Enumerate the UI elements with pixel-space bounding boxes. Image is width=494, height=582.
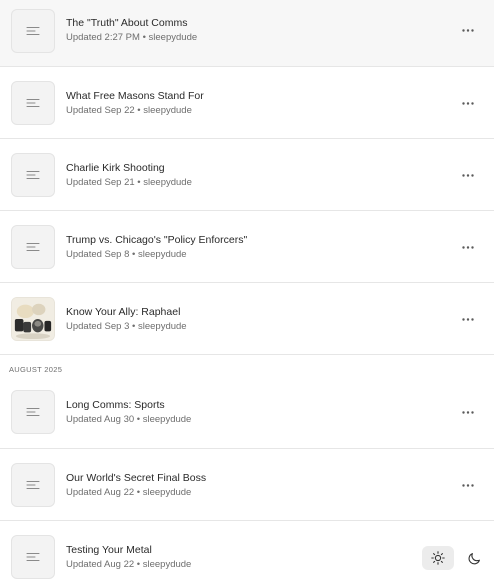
- post-title[interactable]: Long Comms: Sports: [66, 399, 165, 411]
- document-icon: [11, 9, 55, 53]
- post-meta: Updated Aug 22 • sleepydude: [66, 487, 192, 498]
- dark-mode-button[interactable]: [458, 546, 490, 570]
- post-row[interactable]: Long Comms: Sports Updated Aug 30 • slee…: [0, 384, 494, 449]
- post-meta: Updated Sep 8 • sleepydude: [66, 249, 187, 260]
- moon-icon: [468, 552, 480, 564]
- light-mode-button[interactable]: [422, 546, 454, 570]
- theme-toggle: [422, 546, 490, 570]
- post-row[interactable]: Testing Your Metal Updated Aug 22 • slee…: [0, 521, 494, 582]
- document-icon: [11, 390, 55, 434]
- post-title[interactable]: Our World's Secret Final Boss: [66, 472, 206, 484]
- post-thumbnail-image: [11, 297, 55, 341]
- post-title[interactable]: Testing Your Metal: [66, 544, 152, 556]
- post-title[interactable]: The "Truth" About Comms: [66, 17, 187, 29]
- more-horizontal-icon[interactable]: [460, 406, 476, 418]
- post-title[interactable]: Trump vs. Chicago's "Policy Enforcers": [66, 234, 247, 246]
- post-row[interactable]: Know Your Ally: Raphael Updated Sep 3 • …: [0, 283, 494, 355]
- post-title[interactable]: Know Your Ally: Raphael: [66, 306, 180, 318]
- post-meta: Updated Sep 21 • sleepydude: [66, 177, 192, 188]
- post-title[interactable]: What Free Masons Stand For: [66, 90, 204, 102]
- post-meta: Updated Sep 3 • sleepydude: [66, 321, 187, 332]
- post-row[interactable]: The "Truth" About Comms Updated 2:27 PM …: [0, 0, 494, 67]
- more-horizontal-icon[interactable]: [460, 313, 476, 325]
- document-icon: [11, 81, 55, 125]
- post-meta: Updated 2:27 PM • sleepydude: [66, 32, 198, 43]
- document-icon: [11, 463, 55, 507]
- more-horizontal-icon[interactable]: [460, 169, 476, 181]
- more-horizontal-icon[interactable]: [460, 241, 476, 253]
- document-icon: [11, 153, 55, 197]
- post-title[interactable]: Charlie Kirk Shooting: [66, 162, 165, 174]
- sun-icon: [431, 551, 445, 565]
- post-row[interactable]: What Free Masons Stand For Updated Sep 2…: [0, 67, 494, 139]
- more-horizontal-icon[interactable]: [460, 97, 476, 109]
- post-row[interactable]: Charlie Kirk Shooting Updated Sep 21 • s…: [0, 139, 494, 211]
- post-row[interactable]: Trump vs. Chicago's "Policy Enforcers" U…: [0, 211, 494, 283]
- more-horizontal-icon[interactable]: [460, 24, 476, 36]
- document-icon: [11, 225, 55, 269]
- post-meta: Updated Aug 22 • sleepydude: [66, 559, 192, 570]
- post-meta: Updated Sep 22 • sleepydude: [66, 105, 192, 116]
- document-icon: [11, 535, 55, 579]
- post-row[interactable]: Our World's Secret Final Boss Updated Au…: [0, 449, 494, 521]
- post-meta: Updated Aug 30 • sleepydude: [66, 414, 192, 425]
- post-list: The "Truth" About Comms Updated 2:27 PM …: [0, 0, 494, 582]
- more-horizontal-icon[interactable]: [460, 479, 476, 491]
- section-header: AUGUST 2025: [9, 365, 63, 374]
